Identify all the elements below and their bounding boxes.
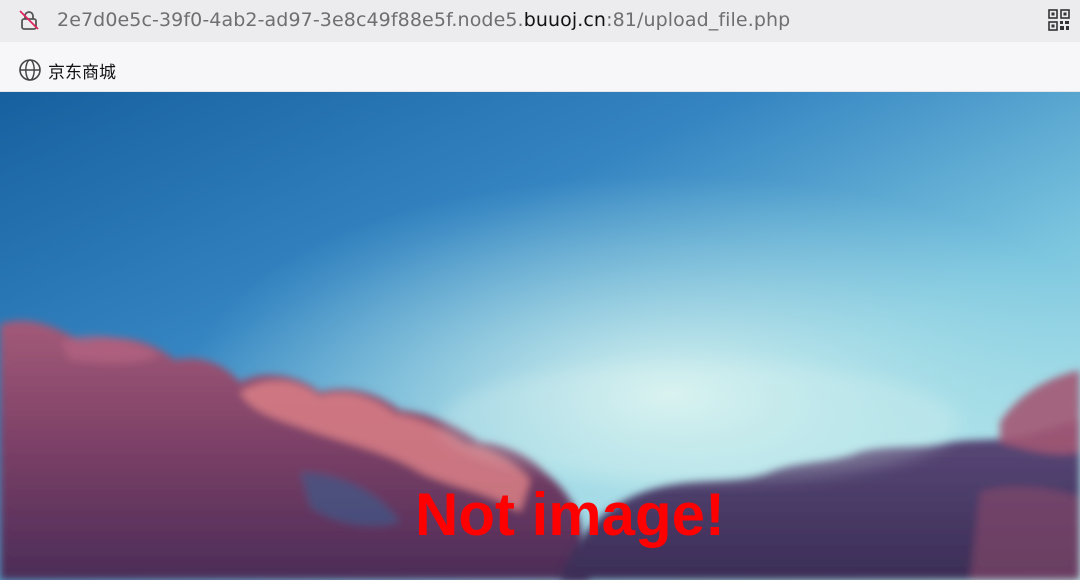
error-message: Not image!	[414, 481, 726, 548]
url-prefix: 2e7d0e5c-39f0-4ab2-ad97-3e8c49f88e5f.nod…	[57, 9, 524, 31]
insecure-lock-icon[interactable]	[18, 9, 40, 31]
bookmark-label: 京东商城	[48, 62, 116, 83]
bookmarks-bar: 京东商城	[0, 42, 1080, 92]
page-content: Not image!	[0, 92, 1080, 580]
globe-icon	[19, 59, 41, 81]
url-suffix: :81/upload_file.php	[606, 9, 791, 31]
bookmark-item-jd[interactable]: 京东商城	[18, 58, 116, 83]
url-field[interactable]: 2e7d0e5c-39f0-4ab2-ad97-3e8c49f88e5f.nod…	[57, 9, 790, 31]
qr-code-icon[interactable]	[1048, 9, 1070, 31]
url-domain: buuoj.cn	[523, 9, 607, 31]
address-bar: 2e7d0e5c-39f0-4ab2-ad97-3e8c49f88e5f.nod…	[0, 0, 1080, 42]
